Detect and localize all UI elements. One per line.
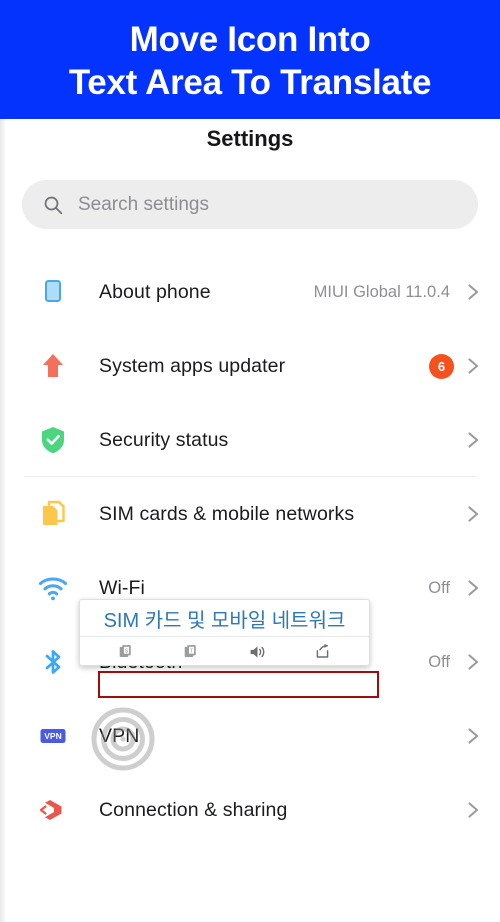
settings-screen: Settings Search settings About phone MIU…: [0, 119, 500, 922]
svg-text:VPN: VPN: [44, 731, 61, 741]
list-item-label: System apps updater: [99, 354, 286, 377]
chevron-right-icon: [467, 504, 480, 524]
chevron-right-icon: [467, 800, 480, 820]
phone-outline-icon: [36, 275, 70, 309]
list-item-label: Connection & sharing: [99, 798, 288, 821]
copy-translation-icon[interactable]: T: [180, 642, 204, 662]
list-item-connection-sharing[interactable]: Connection & sharing: [0, 773, 500, 847]
chevron-right-icon: [467, 652, 480, 672]
copy-source-icon[interactable]: S: [115, 642, 139, 662]
chevron-right-icon: [467, 726, 480, 746]
list-item-vpn[interactable]: VPN VPN: [0, 699, 500, 773]
status-badge: 6: [429, 353, 454, 379]
chevron-right-icon: [467, 282, 480, 302]
up-arrow-icon: [36, 349, 70, 383]
list-item-sim-cards-mobile-networks[interactable]: SIM cards & mobile networks: [0, 477, 500, 551]
list-item-security-status[interactable]: Security status: [0, 403, 500, 477]
list-item-label: Wi-Fi: [99, 576, 145, 599]
banner-line-1: Move Icon Into: [129, 19, 371, 59]
wifi-icon: [36, 571, 70, 605]
list-item-about-phone[interactable]: About phone MIUI Global 11.0.4: [0, 255, 500, 329]
settings-list: About phone MIUI Global 11.0.4 System ap…: [0, 255, 500, 847]
instruction-banner: Move Icon Into Text Area To Translate: [0, 0, 500, 119]
translate-popup-toolbar: S T: [80, 637, 369, 665]
speak-aloud-icon[interactable]: [245, 642, 269, 662]
search-input[interactable]: Search settings: [22, 180, 478, 229]
translated-text: SIM 카드 및 모바일 네트워크: [80, 600, 369, 637]
list-item-system-apps-updater[interactable]: System apps updater 6: [0, 329, 500, 403]
svg-text:S: S: [125, 648, 129, 654]
list-item-label: About phone: [99, 280, 211, 303]
chevron-right-icon: [467, 356, 480, 376]
list-item-label: SIM cards & mobile networks: [99, 502, 355, 525]
vpn-icon: VPN: [36, 719, 70, 753]
search-placeholder: Search settings: [78, 193, 209, 215]
svg-text:T: T: [190, 648, 193, 654]
connection-sharing-icon: [36, 793, 70, 827]
bluetooth-icon: [36, 645, 70, 679]
sim-cards-icon: [36, 497, 70, 531]
phone-screenshot: Move Icon Into Text Area To Translate Se…: [0, 0, 500, 922]
list-item-value: Off: [428, 578, 450, 597]
share-icon[interactable]: [310, 642, 334, 662]
list-item-value: Off: [428, 652, 450, 671]
touch-target-marker: [91, 707, 155, 771]
page-title: Settings: [206, 126, 294, 151]
search-icon: [43, 195, 63, 215]
list-item-value: MIUI Global 11.0.4: [313, 282, 450, 301]
list-item-label: Security status: [99, 428, 229, 451]
chevron-right-icon: [467, 430, 480, 450]
chevron-right-icon: [467, 578, 480, 598]
shield-check-icon: [36, 423, 70, 457]
translate-popup[interactable]: SIM 카드 및 모바일 네트워크 S T: [79, 599, 370, 666]
banner-line-2: Text Area To Translate: [68, 62, 432, 102]
